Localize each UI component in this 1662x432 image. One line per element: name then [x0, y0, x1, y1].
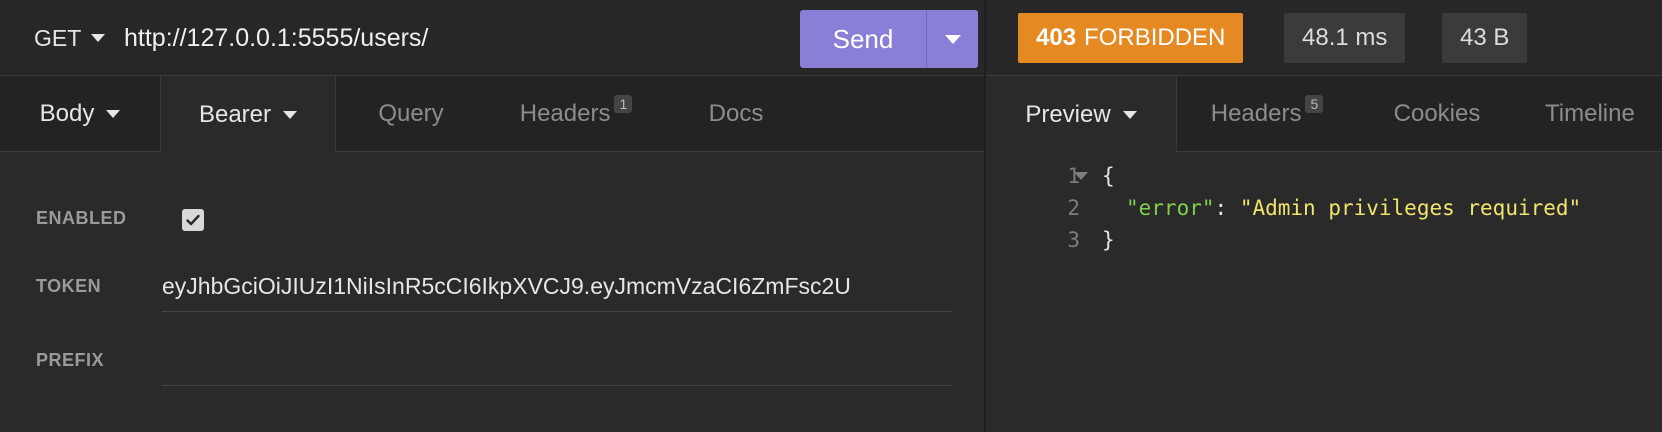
code-line: 3 }: [986, 224, 1662, 256]
code-text: "error": "Admin privileges required": [1126, 196, 1581, 220]
tab-preview-label: Preview: [1025, 100, 1111, 128]
json-separator: :: [1214, 196, 1240, 220]
token-input[interactable]: [162, 262, 952, 310]
line-number: 3: [1067, 228, 1080, 252]
tab-cookies[interactable]: Cookies: [1357, 76, 1517, 152]
json-value: "Admin privileges required": [1239, 196, 1582, 220]
tab-response-headers[interactable]: Headers 5: [1177, 76, 1357, 152]
tab-bearer-label: Bearer: [198, 100, 272, 128]
chevron-down-icon: [1122, 110, 1137, 119]
response-status-bar: 403 FORBIDDEN 48.1 ms 43 B: [986, 0, 1662, 76]
tab-timeline-label: Timeline: [1545, 100, 1635, 127]
prefix-input[interactable]: [162, 336, 952, 384]
response-size-badge: 43 B: [1442, 13, 1528, 63]
code-text: }: [1102, 228, 1115, 252]
enabled-checkbox[interactable]: [182, 209, 204, 231]
url-input[interactable]: [124, 18, 784, 58]
send-button-group: Send: [800, 10, 978, 68]
code-line: 2 "error": "Admin privileges required": [986, 192, 1662, 224]
tab-preview[interactable]: Preview: [986, 76, 1177, 153]
tab-bearer[interactable]: Bearer: [160, 76, 336, 153]
tab-headers-label: Headers: [519, 100, 611, 127]
tab-headers[interactable]: Headers 1: [486, 76, 666, 152]
tab-docs[interactable]: Docs: [666, 76, 806, 152]
method-label: GET: [34, 24, 82, 51]
chevron-down-icon: [283, 110, 298, 119]
token-field-wrapper: [162, 262, 952, 312]
code-line: 1 {: [986, 160, 1662, 192]
response-pane: 403 FORBIDDEN 48.1 ms 43 B Preview Heade…: [986, 0, 1662, 432]
enabled-label: ENABLED: [36, 208, 127, 228]
response-headers-count-badge: 5: [1305, 95, 1324, 113]
json-key: "error": [1126, 196, 1215, 220]
request-tabs: Body Bearer Query Headers 1 Docs: [0, 76, 984, 153]
tab-response-headers-label: Headers: [1210, 100, 1302, 127]
send-button[interactable]: Send: [800, 10, 926, 68]
checkmark-icon: [186, 214, 200, 226]
token-label: TOKEN: [36, 276, 102, 296]
prefix-field-wrapper: [162, 336, 952, 386]
prefix-label: PREFIX: [36, 350, 105, 370]
response-time-badge: 48.1 ms: [1284, 13, 1406, 63]
tab-timeline[interactable]: Timeline: [1517, 76, 1662, 152]
chevron-down-icon: [91, 34, 106, 42]
tab-body-label: Body: [39, 100, 95, 127]
status-code: 403: [1036, 24, 1077, 51]
tab-body[interactable]: Body: [0, 76, 160, 152]
response-tabs: Preview Headers 5 Cookies Timeline: [986, 76, 1662, 153]
response-body-viewer[interactable]: 1 { 2 "error": "Admin privileges require…: [986, 152, 1662, 432]
chevron-down-icon: [106, 110, 121, 118]
chevron-down-icon: [944, 34, 961, 44]
status-badge: 403 FORBIDDEN: [1018, 13, 1244, 63]
send-options-button[interactable]: [927, 10, 978, 68]
headers-count-badge: 1: [614, 95, 633, 113]
tab-query[interactable]: Query: [336, 76, 486, 152]
tab-cookies-label: Cookies: [1393, 100, 1481, 127]
method-selector[interactable]: GET: [34, 23, 106, 53]
url-bar: GET Send: [0, 0, 984, 76]
status-text: FORBIDDEN: [1084, 24, 1226, 51]
code-text: {: [1102, 164, 1115, 188]
fold-icon[interactable]: [1074, 172, 1088, 180]
request-pane: GET Send Body Bearer Query Headers 1: [0, 0, 984, 432]
tab-query-label: Query: [378, 100, 444, 127]
tab-docs-label: Docs: [708, 100, 764, 127]
line-number: 2: [1067, 196, 1080, 220]
